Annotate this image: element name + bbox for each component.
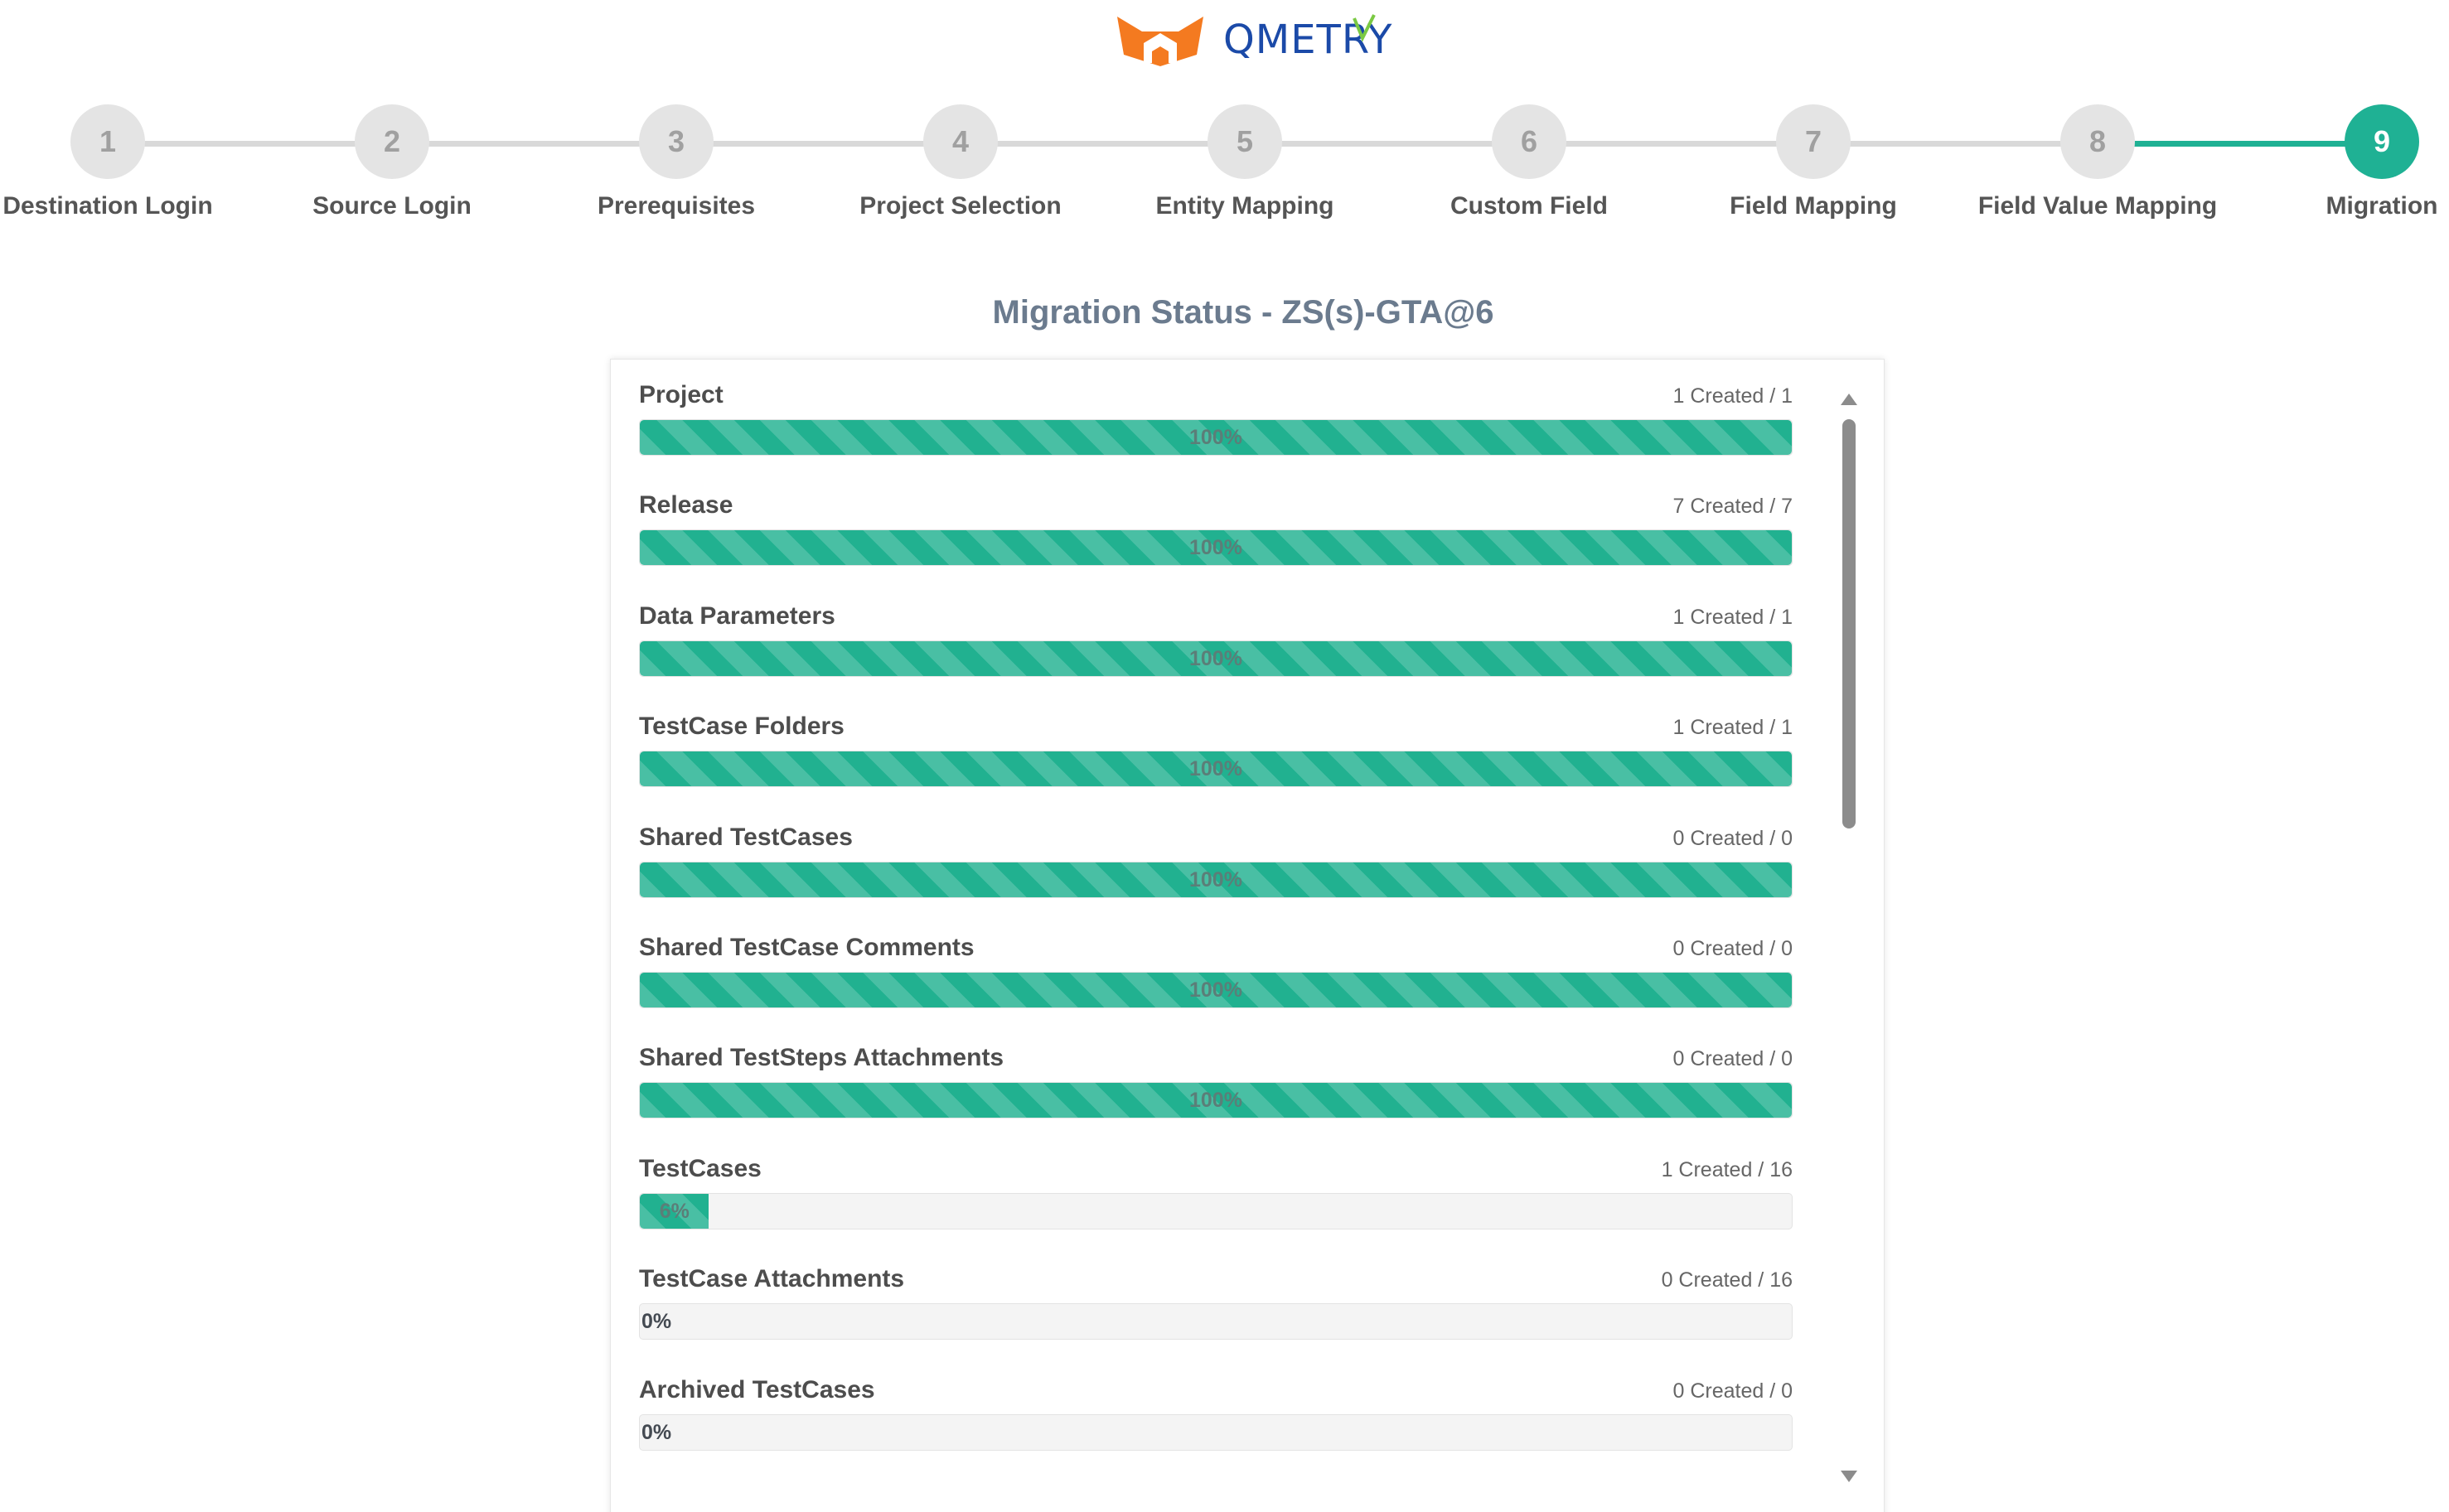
step-3[interactable]: 3 Prerequisites (511, 104, 842, 220)
entity-created-count: 1 Created / 1 (1672, 384, 1793, 408)
step-label: Custom Field (1450, 192, 1608, 220)
entity-progress-list: Project 1 Created / 1 100% Release 7 Created… (639, 381, 1793, 1486)
entity-progress-row: Shared TestCases 0 Created / 0 100% (639, 824, 1793, 934)
entity-created-count: 7 Created / 7 (1672, 495, 1793, 519)
entity-name: Shared TestCase Comments (639, 933, 975, 961)
step-7[interactable]: 7 Field Mapping (1648, 104, 1979, 220)
progress-percent-label: 100% (1189, 978, 1242, 1002)
progress-percent-label: 100% (1189, 646, 1242, 670)
entity-header: Project 1 Created / 1 (639, 381, 1793, 411)
entity-name: Release (639, 491, 733, 519)
entity-progress-row: Archived TestCases 0 Created / 0 0% (639, 1376, 1793, 1486)
progress-bar: 100% (639, 1082, 1793, 1119)
entity-progress-row: Release 7 Created / 7 100% (639, 491, 1793, 601)
entity-created-count: 1 Created / 1 (1672, 605, 1793, 629)
step-number-circle: 5 (1208, 104, 1282, 179)
entity-header: Shared TestCase Comments 0 Created / 0 (639, 934, 1793, 964)
entity-name: Shared TestSteps Attachments (639, 1044, 1004, 1072)
entity-created-count: 0 Created / 0 (1672, 936, 1793, 960)
progress-percent-label: 100% (1189, 426, 1242, 449)
entity-progress-row: Shared TestCase Comments 0 Created / 0 100… (639, 934, 1793, 1044)
entity-name: TestCase Folders (639, 713, 845, 741)
entity-progress-row: TestCase Attachments 0 Created / 16 0% (639, 1265, 1793, 1375)
progress-bar: 100% (639, 861, 1793, 898)
step-label: Migration (2326, 192, 2438, 220)
fox-logo-icon (1117, 17, 1203, 66)
entity-name: TestCases (639, 1154, 762, 1182)
triangle-up-icon[interactable] (1839, 391, 1859, 408)
entity-header: Shared TestCases 0 Created / 0 (639, 824, 1793, 853)
triangle-down-icon[interactable] (1839, 1468, 1859, 1485)
step-5[interactable]: 5 Entity Mapping (1079, 104, 1411, 220)
progress-percent-label: 100% (1189, 757, 1242, 781)
step-label: Field Mapping (1730, 192, 1897, 220)
entity-progress-row: Data Parameters 1 Created / 1 100% (639, 602, 1793, 713)
entity-created-count: 0 Created / 0 (1672, 1379, 1793, 1403)
entity-header: Release 7 Created / 7 (639, 491, 1793, 521)
migration-status-title: Migration Status - ZS(s)-GTA@6 (992, 294, 1494, 331)
progress-percent-label: 100% (1189, 867, 1242, 891)
panel-scrollbar[interactable] (1839, 391, 1859, 1485)
entity-header: Data Parameters 1 Created / 1 (639, 602, 1793, 632)
step-label: Project Selection (859, 192, 1062, 220)
entity-created-count: 0 Created / 0 (1672, 1047, 1793, 1071)
migration-status-panel: Project 1 Created / 1 100% Release 7 Created… (610, 359, 1885, 1512)
entity-name: Project (639, 381, 724, 408)
progress-bar: 6% (639, 1192, 1793, 1229)
step-label: Prerequisites (597, 192, 756, 220)
progress-percent-label: 100% (1189, 536, 1242, 560)
entity-header: Shared TestSteps Attachments 0 Created / … (639, 1044, 1793, 1074)
step-number-circle: 1 (70, 104, 145, 179)
progress-bar: 100% (639, 419, 1793, 456)
step-label: Field Value Mapping (1977, 192, 2218, 220)
progress-bar: 100% (639, 640, 1793, 677)
step-6[interactable]: 6 Custom Field (1363, 104, 1695, 220)
step-4[interactable]: 4 Project Selection (795, 104, 1126, 220)
migration-page: QMETRY 1 Destination Login 2 Source Login 3 P… (0, 0, 2449, 1512)
step-number-circle: 3 (639, 104, 714, 179)
progress-percent-label: 0% (641, 1310, 672, 1334)
entity-created-count: 1 Created / 16 (1661, 1157, 1793, 1181)
entity-header: TestCase Attachments 0 Created / 16 (639, 1265, 1793, 1295)
step-number-circle: 9 (2345, 104, 2419, 179)
entity-name: Data Parameters (639, 601, 835, 630)
entity-progress-row: Project 1 Created / 1 100% (639, 381, 1793, 491)
step-label: Entity Mapping (1155, 192, 1334, 220)
entity-header: TestCases 1 Created / 16 (639, 1155, 1793, 1185)
checkmark-icon (1353, 14, 1376, 42)
step-number-circle: 6 (1492, 104, 1566, 179)
entity-created-count: 0 Created / 0 (1672, 826, 1793, 850)
step-number-circle: 2 (355, 104, 429, 179)
entity-progress-row: Shared TestSteps Attachments 0 Created / … (639, 1044, 1793, 1154)
progress-percent-label: 100% (1189, 1089, 1242, 1113)
progress-bar: 100% (639, 751, 1793, 788)
step-label: Source Login (312, 192, 472, 220)
entity-name: Shared TestCases (639, 823, 853, 851)
entity-header: Archived TestCases 0 Created / 0 (639, 1376, 1793, 1406)
entity-progress-row: TestCases 1 Created / 16 6% (639, 1155, 1793, 1265)
step-number-circle: 4 (923, 104, 998, 179)
entity-name: Archived TestCases (639, 1375, 875, 1403)
step-9[interactable]: 9 Migration (2216, 104, 2449, 220)
step-number-circle: 7 (1776, 104, 1851, 179)
scrollbar-thumb[interactable] (1842, 419, 1856, 828)
progress-bar: 0% (639, 1303, 1793, 1341)
entity-created-count: 1 Created / 1 (1672, 716, 1793, 740)
progress-bar: 100% (639, 971, 1793, 1008)
step-number-circle: 8 (2060, 104, 2135, 179)
qmetry-logo: QMETRY (1111, 12, 1391, 70)
entity-progress-row: TestCase Folders 1 Created / 1 100% (639, 713, 1793, 823)
entity-header: TestCase Folders 1 Created / 1 (639, 713, 1793, 742)
step-8[interactable]: 8 Field Value Mapping (1932, 104, 2263, 220)
progress-bar: 100% (639, 529, 1793, 567)
progress-percent-label: 6% (659, 1199, 690, 1223)
progress-percent-label: 0% (641, 1420, 672, 1444)
entity-created-count: 0 Created / 16 (1661, 1268, 1793, 1292)
progress-bar: 0% (639, 1413, 1793, 1451)
step-2[interactable]: 2 Source Login (226, 104, 558, 220)
entity-name: TestCase Attachments (639, 1265, 905, 1293)
